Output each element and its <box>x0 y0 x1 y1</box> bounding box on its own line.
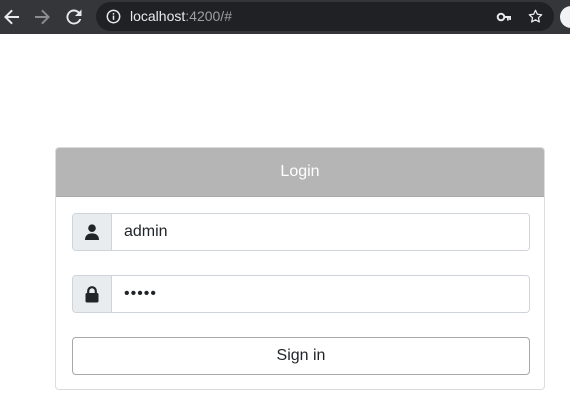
back-button[interactable] <box>0 5 24 29</box>
username-addon <box>73 214 112 250</box>
reload-button[interactable] <box>62 5 86 29</box>
username-input-group <box>72 213 530 251</box>
reload-icon <box>66 9 82 25</box>
sign-in-button[interactable]: Sign in <box>72 337 530 375</box>
url-path: :4200/# <box>185 8 232 24</box>
password-input-group <box>72 275 530 313</box>
lock-icon <box>85 285 99 302</box>
user-icon <box>85 224 99 240</box>
browser-toolbar: localhost:4200/# <box>0 0 570 34</box>
address-bar[interactable]: localhost:4200/# <box>96 2 554 31</box>
forward-button[interactable] <box>30 5 54 29</box>
username-input[interactable] <box>112 214 529 250</box>
login-title: Login <box>280 163 320 180</box>
url-text[interactable]: localhost:4200/# <box>130 8 232 25</box>
password-addon <box>73 276 112 312</box>
password-input[interactable] <box>112 276 529 312</box>
arrow-right-icon <box>35 9 50 25</box>
profile-avatar[interactable] <box>560 6 570 28</box>
login-card: Login Sign in <box>55 147 545 390</box>
login-header: Login <box>56 148 544 197</box>
info-icon[interactable] <box>106 9 121 24</box>
arrow-left-icon <box>4 9 19 25</box>
url-host: localhost <box>130 8 186 24</box>
star-icon[interactable] <box>527 8 544 25</box>
key-icon[interactable] <box>496 9 512 25</box>
